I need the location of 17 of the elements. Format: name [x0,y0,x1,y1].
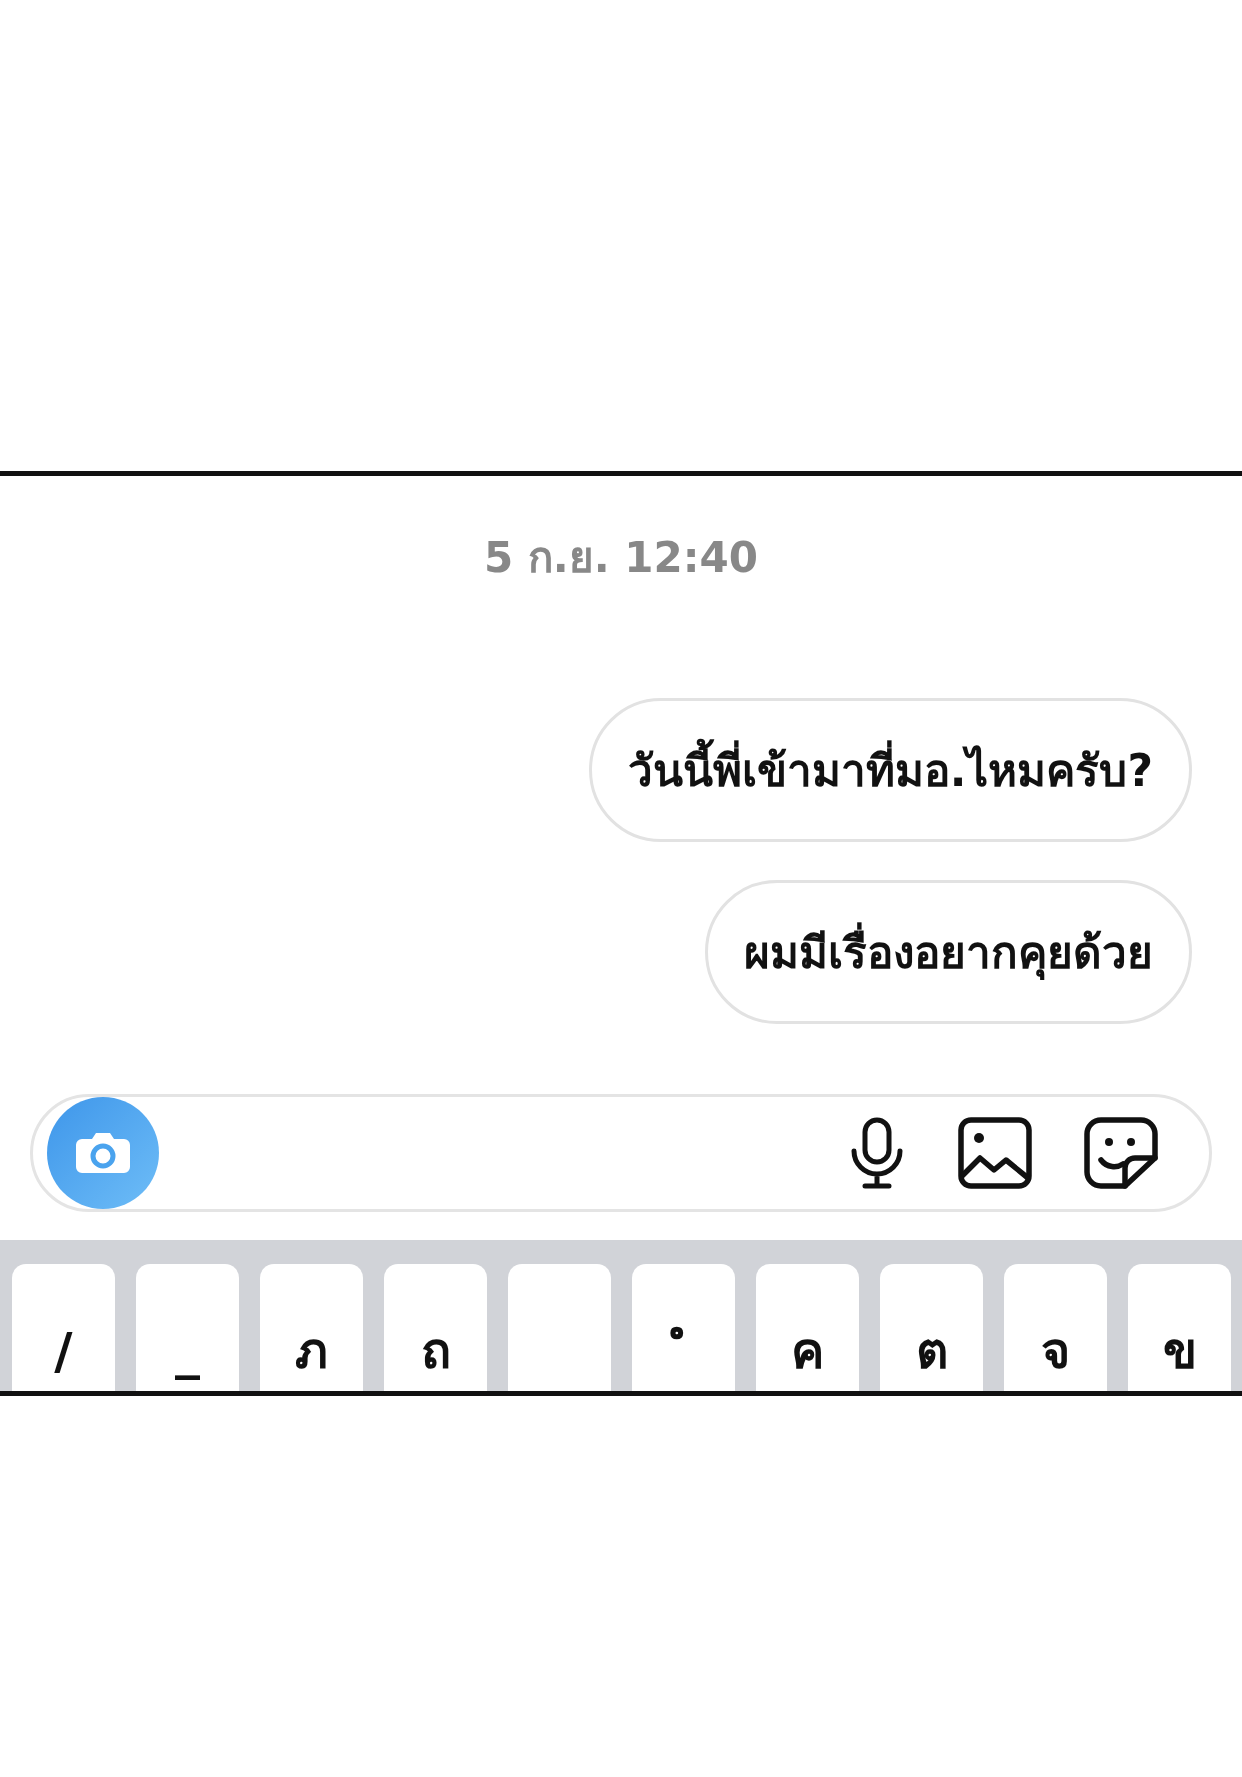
keyboard-key[interactable]: ภ [260,1264,363,1391]
keyboard-key[interactable]: จ [1004,1264,1107,1391]
image-icon[interactable] [957,1116,1033,1190]
keyboard-key[interactable]: ข [1128,1264,1231,1391]
keyboard-key[interactable]: / [12,1264,115,1391]
camera-icon [74,1131,132,1175]
keyboard-key[interactable]: ํ [632,1264,735,1391]
keyboard-key[interactable]: ถ [384,1264,487,1391]
keyboard-key[interactable]: _ [136,1264,239,1391]
message-input-bar[interactable] [30,1094,1212,1212]
camera-button[interactable] [47,1097,159,1209]
message-bubble: วันนี้พี่เข้ามาที่มอ.ไหมครับ? [588,698,1192,842]
message-bubble: ผมมีเรื่องอยากคุยด้วย [705,880,1192,1024]
keyboard-key[interactable]: ค [756,1264,859,1391]
timestamp: 5 ก.ย. 12:40 [483,532,759,584]
keyboard-key[interactable]: ต [880,1264,983,1391]
sticker-icon[interactable] [1083,1116,1159,1190]
